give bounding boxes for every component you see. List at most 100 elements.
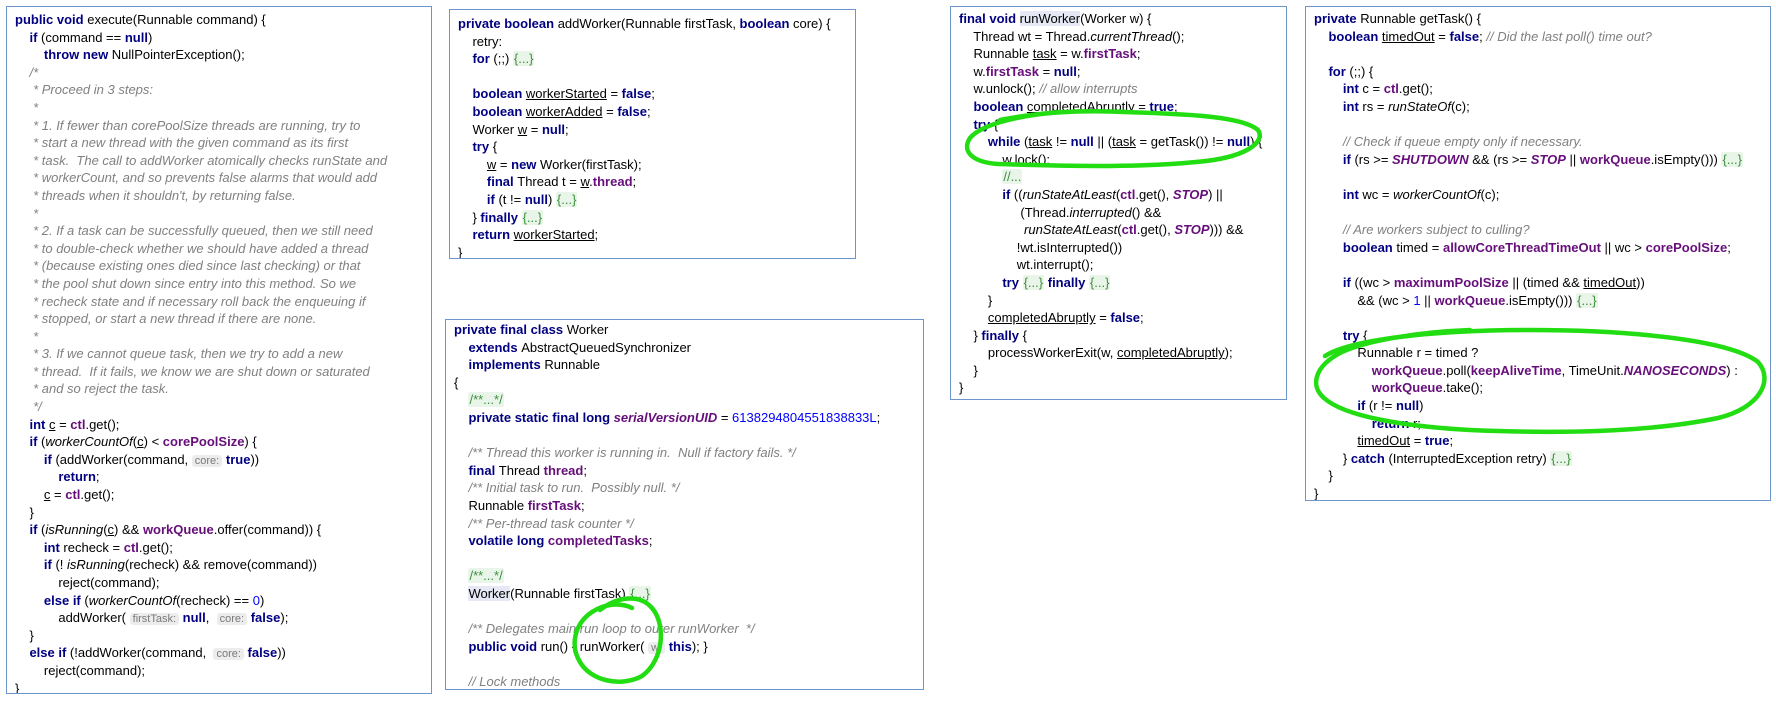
code-token: ); — [1224, 345, 1233, 361]
code-line: int rs = runStateOf(c); — [1314, 98, 1766, 116]
folded-region[interactable]: /**...*/ — [468, 568, 504, 584]
code-token: completedAbruptly — [1026, 98, 1135, 114]
code-token: // allow interrupts — [1039, 81, 1138, 97]
code-token: Worker — [468, 585, 511, 601]
code-line: w.firstTask = null; — [959, 63, 1282, 81]
parameter-hint: firstTask: — [129, 613, 180, 626]
code-token: * — [29, 99, 39, 115]
code-line: w = new Worker(firstTask); — [458, 156, 851, 174]
code-token: * start a new thread with the given comm… — [29, 135, 349, 151]
code-line: workQueue.take(); — [1314, 379, 1766, 397]
code-token: if — [486, 191, 499, 207]
code-line: * threads when it shouldn't, by returnin… — [15, 187, 427, 205]
code-line: } finally { — [959, 327, 1282, 345]
folded-region[interactable]: {...} — [1721, 151, 1743, 167]
folded-region[interactable]: /**...*/ — [468, 392, 504, 408]
folded-region[interactable]: {...} — [1576, 292, 1598, 308]
code-block: final void runWorker(Worker w) { Thread … — [959, 10, 1282, 397]
code-token: // Lock methods — [468, 673, 561, 689]
code-line: && (wc > 1 || workQueue.isEmpty())) {...… — [1314, 292, 1766, 310]
code-block: public void execute(Runnable command) { … — [15, 11, 427, 693]
parameter-hint: core: — [213, 648, 244, 661]
folded-region[interactable]: {...} — [1022, 274, 1045, 290]
code-token: (;;) { — [1349, 63, 1374, 79]
parameter-hint: core: — [191, 454, 223, 467]
code-token: workerCountOf — [1393, 186, 1481, 202]
code-line: /**...*/ — [454, 567, 919, 585]
code-token: ctl — [65, 487, 81, 503]
code-token: ; — [1136, 46, 1141, 62]
code-token: if — [43, 451, 56, 467]
code-line: public void execute(Runnable command) { — [15, 11, 427, 29]
code-token: * 2. If a task can be successfully queue… — [29, 223, 373, 239]
code-token: } — [959, 380, 964, 396]
code-token: Thread — [498, 462, 544, 478]
code-line: * recheck state and if necessary roll ba… — [15, 293, 427, 311]
code-token: false — [1110, 310, 1141, 326]
folded-region[interactable]: {...} — [1550, 450, 1572, 466]
folded-region[interactable]: //... — [1002, 169, 1023, 185]
folded-region[interactable]: {...} — [1088, 274, 1111, 290]
code-token: { — [993, 116, 999, 132]
code-token: finally — [480, 209, 522, 225]
code-token: || — [1565, 151, 1580, 167]
code-line: Runnable task = w.firstTask; — [959, 45, 1282, 63]
code-token: = — [1410, 433, 1425, 449]
code-token: && (rs >= — [1468, 151, 1531, 167]
folded-region[interactable]: {...} — [629, 585, 651, 601]
code-token: } — [1314, 468, 1333, 484]
code-token: private final class — [454, 322, 567, 337]
code-token: ctl — [70, 416, 86, 432]
code-line: reject(command); — [15, 662, 427, 680]
code-block: private final class Worker extends Abstr… — [454, 321, 919, 689]
code-token: public void — [15, 12, 88, 27]
code-token: ) || — [1208, 186, 1223, 202]
code-token: * stopped, or start a new thread if ther… — [29, 311, 317, 327]
code-line: } catch (InterruptedException retry) {..… — [1314, 450, 1766, 468]
folded-region[interactable]: {...} — [521, 209, 544, 225]
code-token: ) — [1419, 398, 1424, 414]
code-token: else if — [43, 592, 85, 608]
code-line: retry: — [458, 33, 851, 51]
code-token: int — [1342, 98, 1363, 114]
code-token: workQueue — [1434, 292, 1506, 308]
folded-region[interactable]: {...} — [512, 51, 535, 67]
code-token: 1 — [1413, 292, 1421, 308]
code-line: { — [454, 374, 919, 392]
code-token: = — [55, 416, 71, 432]
code-token: } — [959, 292, 993, 308]
code-token: wt.interrupt(); — [959, 257, 1094, 273]
folded-region[interactable]: {...} — [555, 191, 578, 207]
code-line: if (isRunning(c) && workQueue.offer(comm… — [15, 521, 427, 539]
code-token: if — [29, 434, 42, 450]
code-line: w.lock(); — [959, 151, 1282, 169]
code-token: Runnable getTask() { — [1360, 11, 1481, 26]
code-token: ; — [583, 462, 587, 478]
code-token: timedOut — [1583, 274, 1637, 290]
code-token: ; — [651, 86, 655, 102]
code-token: = — [50, 487, 66, 503]
code-token: (c); — [1450, 98, 1470, 114]
code-panel-addworker: private boolean addWorker(Runnable first… — [449, 9, 856, 259]
code-line: } — [959, 362, 1282, 380]
code-token: * — [29, 328, 39, 344]
code-token: , TimeUnit. — [1561, 362, 1624, 378]
code-line: try { — [1314, 327, 1766, 345]
code-token: * thread. If it fails, we know we are sh… — [29, 363, 370, 379]
code-line: * to double-check whether we should have… — [15, 240, 427, 258]
code-token: // Check if queue empty only if necessar… — [1342, 134, 1583, 150]
code-line: (Thread.interrupted() && — [959, 204, 1282, 222]
code-token: execute(Runnable command) { — [87, 12, 266, 27]
